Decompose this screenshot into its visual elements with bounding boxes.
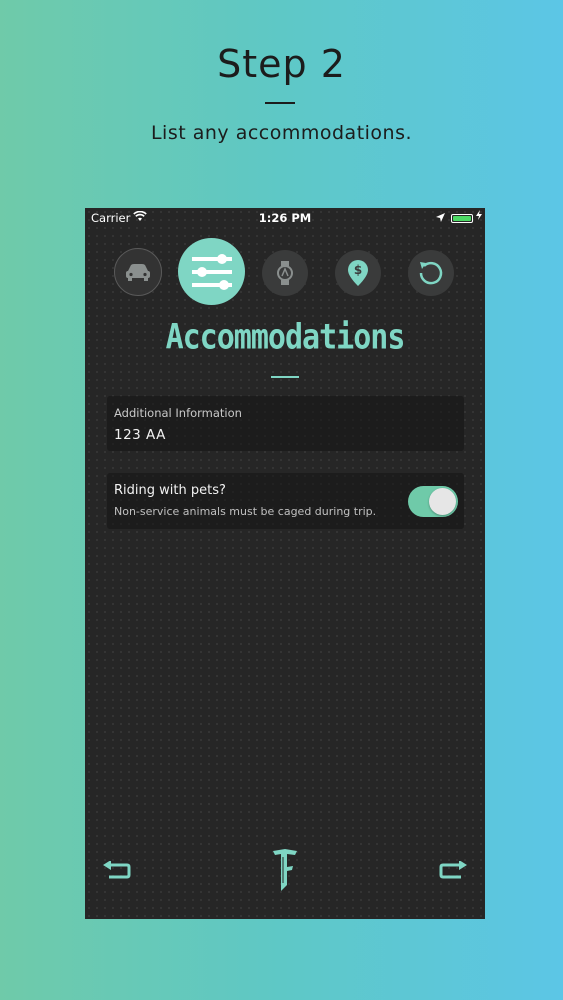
bottom-navigation [85,839,485,919]
promo-divider [265,102,295,104]
watch-icon [277,261,293,285]
additional-info-value[interactable]: 123 AA [114,427,166,443]
pets-toggle[interactable] [408,486,458,517]
promo-title: Step 2 [217,42,346,86]
step-payment-button[interactable]: $ [335,250,381,296]
car-icon [126,264,150,281]
money-pin-icon: $ [348,260,368,286]
charging-bolt-icon [476,210,482,223]
sliders-icon [191,253,232,290]
promo-subtitle: List any accommodations. [150,122,413,144]
back-arrow-icon [103,860,131,879]
step-progress: $ [85,238,485,308]
step-review-button[interactable] [408,250,454,296]
additional-info-label: Additional Information [114,406,242,420]
clock-label: 1:26 PM [258,211,312,225]
forward-arrow-icon [439,860,467,879]
pets-setting: Riding with pets? Non-service animals mu… [107,473,464,529]
pets-title: Riding with pets? [114,483,226,498]
toggle-knob [429,488,456,515]
section-divider [271,376,299,378]
back-button[interactable] [103,860,131,885]
forward-button[interactable] [439,860,467,885]
battery-icon [451,214,473,223]
step-time-button[interactable] [262,250,308,296]
reset-icon [419,261,443,285]
step-accommodations-button[interactable] [178,238,245,305]
status-bar: Carrier 1:26 PM [85,208,485,228]
brand-logo-icon [271,847,299,895]
pets-subtitle: Non-service animals must be caged during… [114,505,377,518]
location-arrow-icon [436,211,445,225]
phone-screen: Carrier 1:26 PM $ Accommodations Additio… [85,208,485,919]
section-title: Accommodations [165,317,406,358]
additional-info-field[interactable]: Additional Information 123 AA [107,396,464,451]
svg-text:$: $ [354,263,362,277]
step-car-button[interactable] [114,248,162,296]
